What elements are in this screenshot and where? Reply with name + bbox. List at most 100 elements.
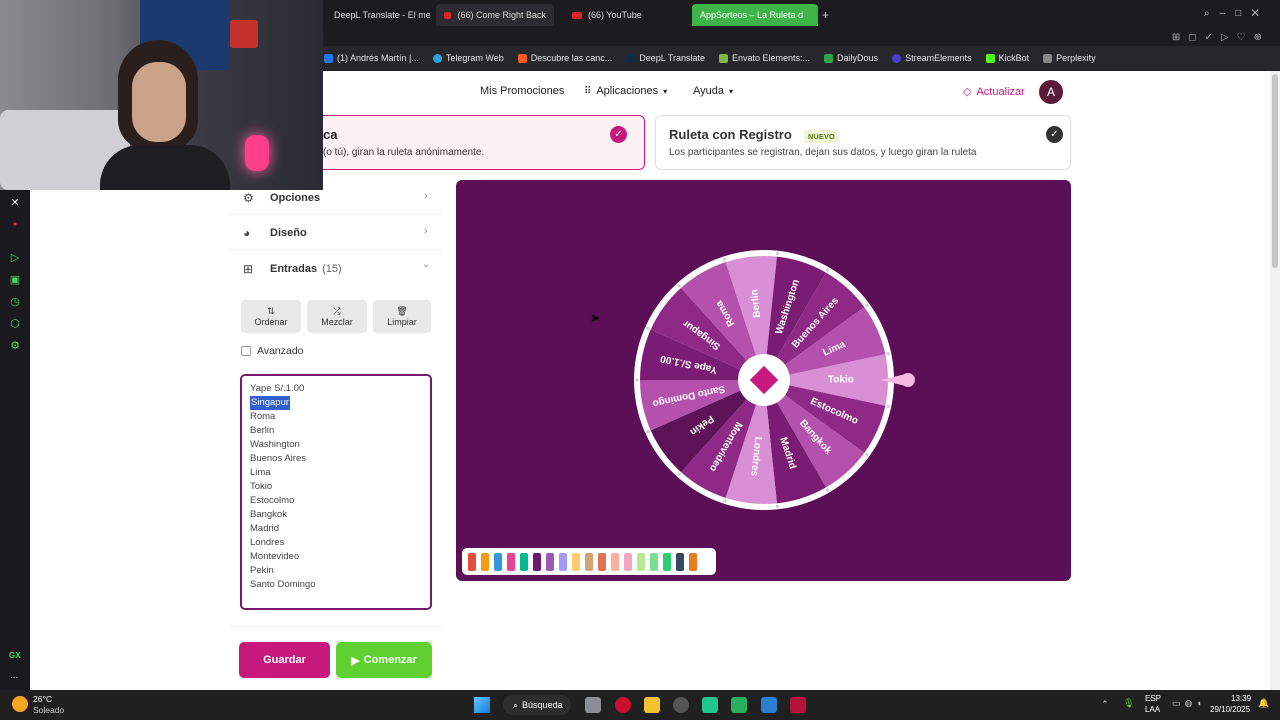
entry-line[interactable]: Berlin	[250, 424, 422, 438]
nav-apps[interactable]: ⠿ Aplicaciones ▾	[584, 85, 667, 97]
color-swatch[interactable]	[494, 552, 502, 571]
app-icon[interactable]	[761, 697, 777, 713]
entry-line[interactable]: Washington	[250, 438, 422, 452]
tab-come-right-back[interactable]: (66) Come Right Back	[436, 4, 554, 26]
divider	[230, 626, 441, 627]
color-swatch[interactable]	[663, 552, 671, 571]
color-swatch[interactable]	[624, 552, 632, 571]
bookmark-item[interactable]: Perplexity	[1043, 53, 1096, 63]
wallet-icon[interactable]: ▣	[8, 273, 22, 287]
obs-icon[interactable]	[673, 697, 689, 713]
bookmark-item[interactable]: (1) Andrés Martín |...	[324, 53, 419, 63]
more-icon[interactable]: ...	[10, 670, 18, 681]
pink-lamp	[245, 135, 269, 171]
entry-line[interactable]: Buenos Aires	[250, 452, 422, 466]
color-swatch[interactable]	[650, 552, 658, 571]
sort-button[interactable]: ⇅ Ordenar	[241, 300, 301, 333]
tray-chevron-up-icon[interactable]: ⌃	[1101, 699, 1109, 710]
app-icon[interactable]	[702, 697, 718, 713]
microphone-icon[interactable]: 🎙	[1123, 698, 1134, 709]
entry-line[interactable]: Yape S/.1.00	[250, 382, 422, 396]
tab-appsorteos[interactable]: AppSorteos – La Ruleta d	[692, 4, 818, 26]
clock-icon[interactable]: ◷	[8, 295, 22, 309]
color-swatch[interactable]	[520, 552, 528, 571]
nav-help[interactable]: Ayuda ▾	[693, 85, 733, 97]
x-icon[interactable]: ✕	[8, 196, 22, 210]
entry-line[interactable]: Lima	[250, 466, 422, 480]
bookmark-item[interactable]: Descubre las canc...	[517, 53, 612, 63]
bookmark-item[interactable]: Telegram Web	[432, 53, 504, 63]
extension-icon[interactable]: ⬡	[8, 317, 22, 331]
save-button[interactable]: Guardar	[239, 642, 330, 678]
color-swatch[interactable]	[507, 552, 515, 571]
upgrade-link[interactable]: ◇ Actualizar	[963, 85, 1025, 99]
app-icon[interactable]	[790, 697, 806, 713]
entry-line[interactable]: Londres	[250, 536, 422, 550]
browser-sidebar	[0, 190, 30, 690]
window-controls[interactable]: ⌕–□✕	[1204, 8, 1269, 19]
color-swatch[interactable]	[468, 552, 476, 571]
scroll-thumb[interactable]	[1272, 74, 1278, 268]
system-tray-icons[interactable]: ▭◍◖	[1172, 698, 1206, 709]
gx-icon[interactable]: GX	[9, 651, 21, 660]
youtube-icon	[444, 11, 452, 19]
color-swatch[interactable]	[481, 552, 489, 571]
entry-line[interactable]: Bangkok	[250, 508, 422, 522]
notification-icon[interactable]: 🔔	[1258, 698, 1269, 709]
bookmark-item[interactable]: Envato Elements:...	[719, 53, 810, 63]
design-section[interactable]: Diseño	[230, 216, 441, 250]
color-swatch[interactable]	[598, 552, 606, 571]
settings-icon[interactable]: ⚙	[8, 339, 22, 353]
entry-line[interactable]: Roma	[250, 410, 422, 424]
color-swatch[interactable]	[546, 552, 554, 571]
color-swatch[interactable]	[689, 552, 697, 571]
opera-gx-icon[interactable]	[615, 697, 631, 713]
entry-line[interactable]: Estocolmo	[250, 494, 422, 508]
address-bar[interactable]: ⊞◻✓▷♡⊕	[324, 30, 1280, 46]
file-explorer-icon[interactable]	[644, 697, 660, 713]
gift-icon: ⊞	[243, 262, 254, 276]
bookmark-item[interactable]: DeepL Translate	[626, 53, 705, 63]
bookmark-item[interactable]: StreamElements	[892, 53, 972, 63]
wheel[interactable]: TokioEstocolmoBangkokMadridLondresMontev…	[456, 180, 1071, 581]
entry-line[interactable]: Montevideo	[250, 550, 422, 564]
color-swatch[interactable]	[572, 552, 580, 571]
color-swatch[interactable]	[611, 552, 619, 571]
entry-line[interactable]: Tokio	[250, 480, 422, 494]
entry-line[interactable]: Pekin	[250, 564, 422, 578]
entry-line[interactable]: Madrid	[250, 522, 422, 536]
entries-section[interactable]: Entradas (15)	[230, 252, 441, 286]
color-swatch[interactable]	[585, 552, 593, 571]
keyboard-layout[interactable]: LAA	[1145, 705, 1160, 714]
shuffle-button[interactable]: ⤮ Mezclar	[307, 300, 367, 333]
app-icon[interactable]	[731, 697, 747, 713]
color-swatch[interactable]	[559, 552, 567, 571]
entries-textarea[interactable]: Yape S/.1.00 Singapur Roma Berlin Washington…	[240, 374, 432, 610]
entry-line[interactable]: Santo Domingo	[250, 578, 422, 592]
color-swatch[interactable]	[676, 552, 684, 571]
nav-promotions[interactable]: Mis Promociones	[480, 85, 564, 97]
tab-label: (66) Come Right Back	[457, 10, 546, 20]
task-view-icon[interactable]	[585, 697, 601, 713]
avatar[interactable]: A	[1039, 80, 1063, 104]
advanced-checkbox[interactable]	[241, 346, 251, 356]
toolbar-icons[interactable]: ⊞◻✓▷♡⊕	[1172, 32, 1270, 43]
rim-dot	[775, 252, 779, 256]
play-icon[interactable]: ▷	[8, 251, 22, 265]
color-swatch[interactable]	[637, 552, 645, 571]
bookmark-item[interactable]: KickBot	[985, 53, 1029, 63]
entry-line[interactable]: Singapur	[250, 396, 291, 410]
taskbar-search[interactable]: ⌕ Búsqueda	[503, 695, 571, 715]
language[interactable]: ESP	[1145, 694, 1161, 703]
clear-button[interactable]: 🗑 Limpiar	[373, 300, 431, 333]
color-swatch[interactable]	[533, 552, 541, 571]
mode-card-registration[interactable]: Ruleta con Registro NUEVO Los participan…	[655, 115, 1071, 170]
bookmark-item[interactable]: DailyDous	[824, 53, 878, 63]
new-tab-button[interactable]: +	[822, 8, 829, 22]
tab-youtube[interactable]: (66) YouTube	[564, 4, 674, 26]
tab-deepl[interactable]: DeepL Translate - El mejo	[326, 4, 430, 26]
windows-start-icon[interactable]	[474, 697, 490, 713]
start-button[interactable]: ▶ Comenzar	[336, 642, 432, 678]
vpn-icon[interactable]: ●	[8, 218, 22, 232]
advanced-label: Avanzado	[257, 345, 304, 357]
